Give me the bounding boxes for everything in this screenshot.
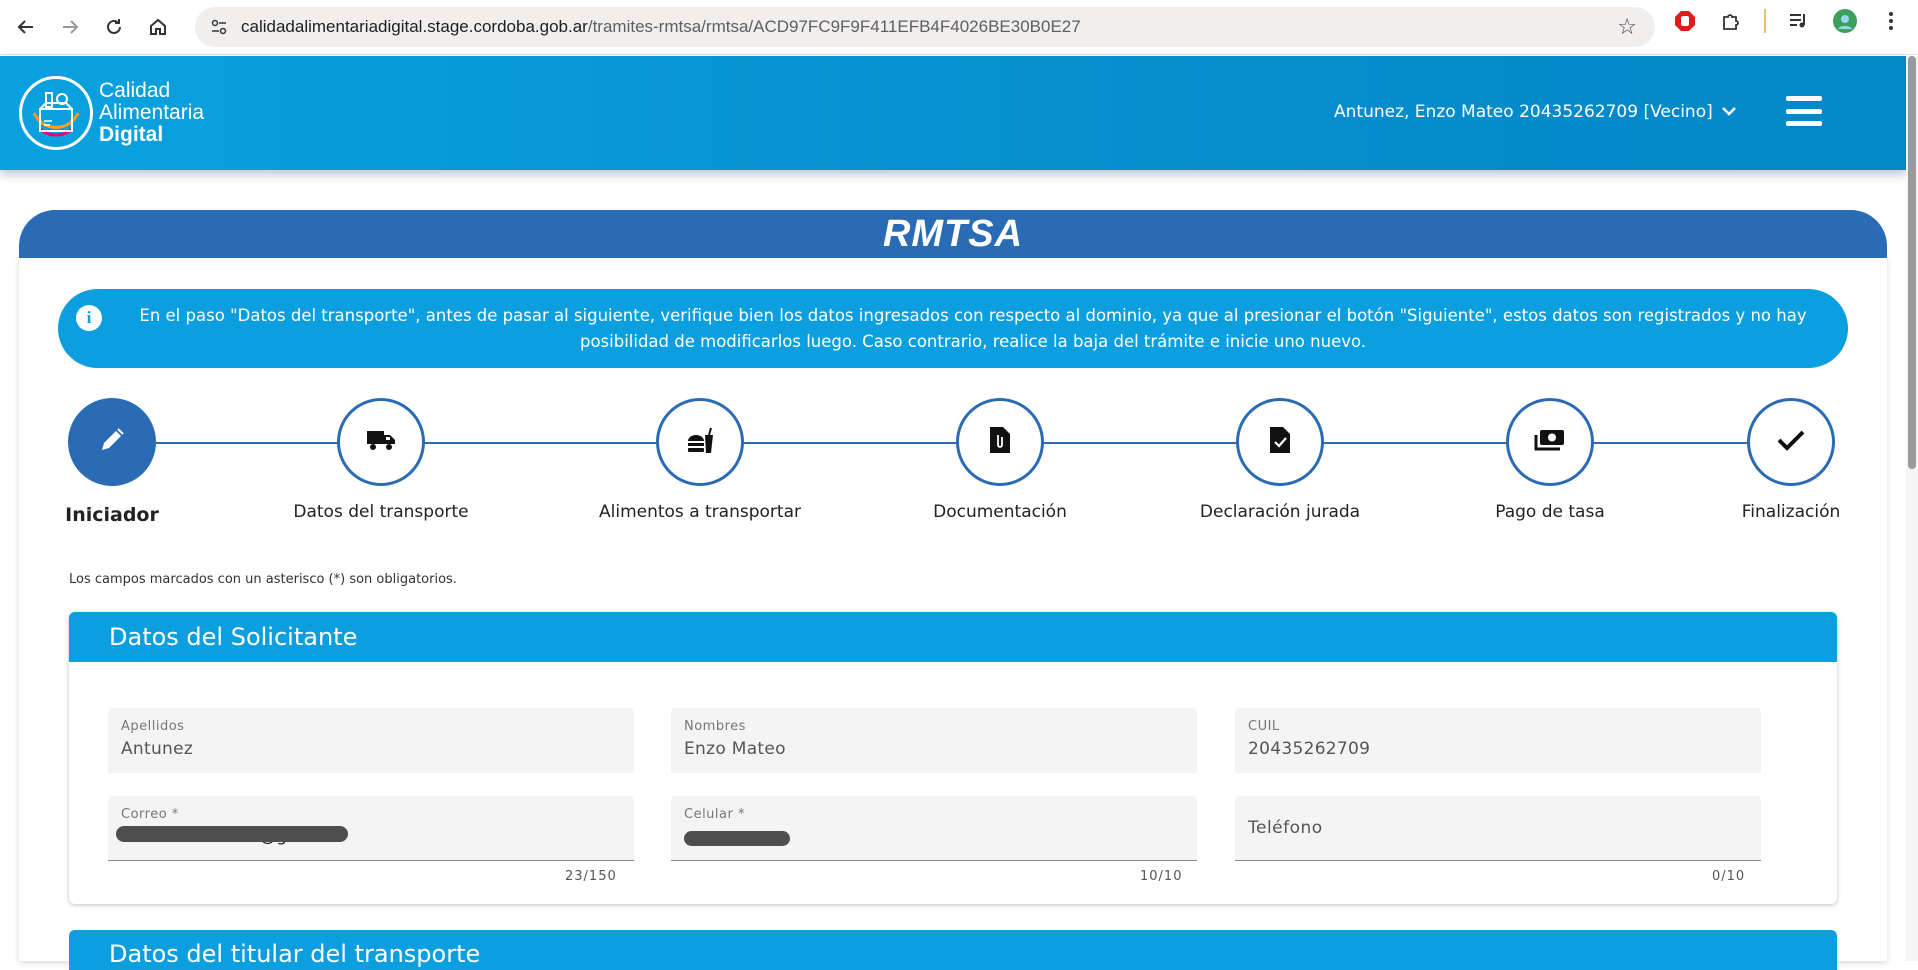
chevron-down-icon <box>1721 102 1737 122</box>
telefono-field[interactable]: Teléfono <box>1235 796 1761 861</box>
section-title: Datos del Solicitante <box>69 612 1837 662</box>
step-circle <box>1747 398 1835 486</box>
nombres-field: Nombres Enzo Mateo <box>671 708 1197 773</box>
step-circle <box>956 398 1044 486</box>
extensions-area <box>1672 8 1918 34</box>
titular-section-header: Datos del titular del transporte <box>69 930 1837 970</box>
reload-icon[interactable] <box>96 9 132 45</box>
step-circle <box>337 398 425 486</box>
money-icon <box>1534 427 1566 457</box>
step-datos-transporte[interactable]: Datos del transporte <box>271 398 491 522</box>
logo-line-2: Alimentaria <box>99 101 205 124</box>
logo-box-icon <box>19 76 93 150</box>
url-text: calidadalimentariadigital.stage.cordoba.… <box>241 17 1081 37</box>
step-declaracion-jurada[interactable]: Declaración jurada <box>1170 398 1390 522</box>
logo-line-1: Calidad <box>99 79 171 102</box>
apellidos-field: Apellidos Antunez <box>108 708 634 773</box>
step-label: Alimentos a transportar <box>599 502 801 522</box>
step-finalizacion[interactable]: Finalización <box>1681 398 1901 522</box>
field-label: Apellidos <box>121 719 185 734</box>
back-icon[interactable] <box>8 9 44 45</box>
step-pago-tasa[interactable]: Pago de tasa <box>1440 398 1660 522</box>
media-control-icon[interactable] <box>1786 8 1812 34</box>
page-title: RMTSA <box>882 212 1024 255</box>
redaction-mark <box>684 831 790 846</box>
field-label: Teléfono <box>1248 818 1323 838</box>
correo-field[interactable]: Correo * mateoantunez0@gm... <box>108 796 634 861</box>
field-value: 20435262709 <box>1248 739 1371 759</box>
field-label: Nombres <box>684 719 746 734</box>
field-value: Antunez <box>121 739 194 759</box>
step-iniciador[interactable]: Iniciador <box>2 398 222 526</box>
step-label: Declaración jurada <box>1199 502 1361 522</box>
browser-menu-icon[interactable] <box>1878 8 1904 34</box>
correo-counter: 23/150 <box>565 869 617 884</box>
step-circle <box>1506 398 1594 486</box>
step-label: Iniciador <box>65 504 159 526</box>
toolbar-divider <box>1764 9 1766 33</box>
address-bar[interactable]: calidadalimentariadigital.stage.cordoba.… <box>195 7 1655 47</box>
field-label: Correo * <box>121 807 179 822</box>
logo-line-3: Digital <box>99 123 164 146</box>
hamburger-menu-icon[interactable] <box>1786 96 1822 126</box>
step-alimentos[interactable]: Alimentos a transportar <box>590 398 810 522</box>
step-label: Documentación <box>933 502 1067 522</box>
user-label: Antunez, Enzo Mateo 20435262709 [Vecino] <box>1334 102 1713 122</box>
profile-avatar[interactable] <box>1832 8 1858 34</box>
field-label: CUIL <box>1248 719 1280 734</box>
step-label: Finalización <box>1741 502 1841 522</box>
page-title-band: RMTSA <box>19 210 1887 258</box>
browser-toolbar: calidadalimentariadigital.stage.cordoba.… <box>0 0 1918 55</box>
app-logo[interactable]: Calidad Alimentaria Digital <box>19 76 204 150</box>
cuil-field: CUIL 20435262709 <box>1235 708 1761 773</box>
file-check-icon <box>1268 425 1292 459</box>
step-label: Datos del transporte <box>293 502 469 522</box>
logo-wordmark: Calidad Alimentaria Digital <box>99 80 204 146</box>
info-banner: i En el paso "Datos del transporte", ant… <box>58 289 1848 368</box>
step-circle <box>656 398 744 486</box>
forward-icon[interactable] <box>52 9 88 45</box>
home-icon[interactable] <box>140 9 176 45</box>
step-circle <box>68 398 156 486</box>
user-menu[interactable]: Antunez, Enzo Mateo 20435262709 [Vecino] <box>1334 102 1737 122</box>
step-label: Pago de tasa <box>1495 502 1605 522</box>
adblock-icon[interactable] <box>1672 8 1698 34</box>
app-header: Calidad Alimentaria Digital Antunez, Enz… <box>0 56 1906 170</box>
food-icon <box>685 425 715 459</box>
url-domain: calidadalimentariadigital.stage.cordoba.… <box>241 17 588 36</box>
check-icon <box>1776 428 1806 456</box>
file-attachment-icon <box>988 425 1012 459</box>
extensions-puzzle-icon[interactable] <box>1718 8 1744 34</box>
scrollbar-thumb[interactable] <box>1908 56 1916 469</box>
solicitante-section: Datos del Solicitante Apellidos Antunez … <box>69 612 1837 904</box>
required-fields-note: Los campos marcados con un asterisco (*)… <box>69 572 457 587</box>
info-text: En el paso "Datos del transporte", antes… <box>139 306 1807 351</box>
truck-icon <box>366 428 396 456</box>
celular-field[interactable]: Celular * <box>671 796 1197 861</box>
field-value: Enzo Mateo <box>684 739 786 759</box>
info-icon: i <box>76 305 102 331</box>
step-circle <box>1236 398 1324 486</box>
site-settings-icon[interactable] <box>205 13 233 41</box>
page-scrollbar[interactable] <box>1906 56 1918 961</box>
telefono-counter: 0/10 <box>1712 869 1746 884</box>
field-label: Celular * <box>684 807 745 822</box>
pencil-icon <box>97 425 127 459</box>
url-path: /tramites-rmtsa/rmtsa/ACD97FC9F9F411EFB4… <box>587 17 1081 36</box>
bookmark-star-icon[interactable]: ☆ <box>1617 15 1637 40</box>
step-documentacion[interactable]: Documentación <box>890 398 1110 522</box>
redaction-mark <box>116 826 348 842</box>
celular-counter: 10/10 <box>1140 869 1183 884</box>
